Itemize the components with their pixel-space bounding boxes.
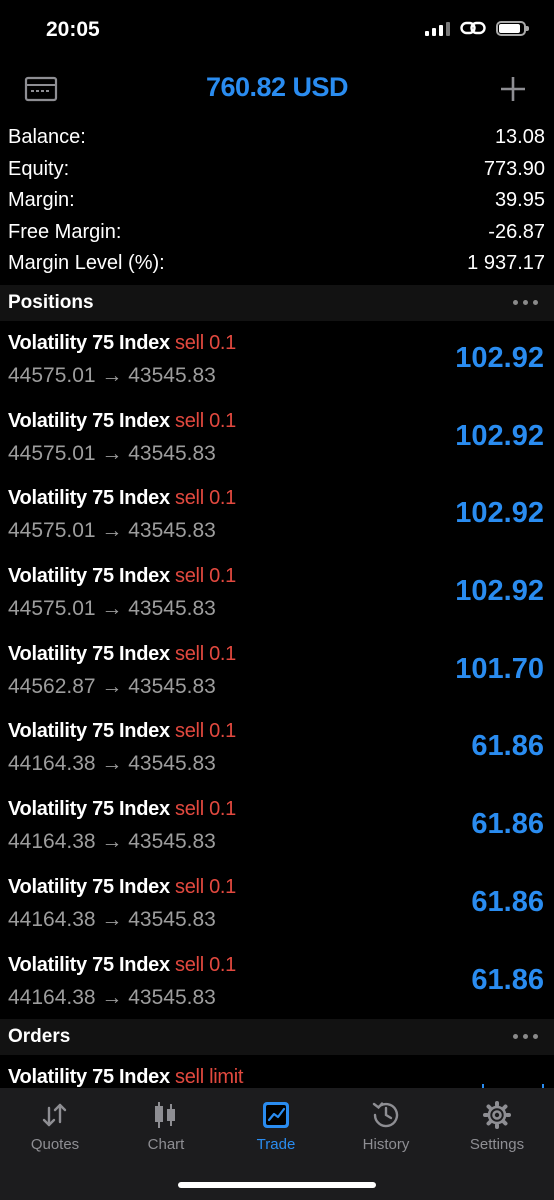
position-profit: 102.92 <box>455 419 544 452</box>
position-profit: 102.92 <box>455 575 544 608</box>
account-header: 760.82 USD <box>0 64 554 114</box>
more-options-icon[interactable] <box>513 1034 538 1039</box>
position-profit: 101.70 <box>455 652 544 685</box>
account-summary: Balance: 13.08 Equity: 773.90 Margin: 39… <box>0 122 554 280</box>
position-prices: 44575.01 → 43545.83 <box>8 441 216 465</box>
tab-label: Quotes <box>30 1136 80 1153</box>
orders-section-header: Orders <box>0 1019 554 1055</box>
summary-label: Free Margin: <box>8 220 122 243</box>
tab-label: History <box>362 1136 410 1153</box>
position-side: sell 0.1 <box>175 953 237 976</box>
position-side: sell 0.1 <box>175 720 237 743</box>
position-side: sell 0.1 <box>175 642 237 665</box>
summary-value: -26.87 <box>488 220 545 243</box>
position-symbol: Volatility 75 Index <box>8 332 170 354</box>
position-symbol: Volatility 75 Index <box>8 642 170 665</box>
plus-icon[interactable] <box>498 74 528 104</box>
position-profit: 102.92 <box>455 342 544 374</box>
position-profit: 61.86 <box>471 808 544 841</box>
link-icon <box>460 21 486 35</box>
tab-label: Trade <box>256 1136 296 1153</box>
position-profit: 61.86 <box>471 963 544 996</box>
summary-value: 1 937.17 <box>467 252 545 274</box>
summary-value: 13.08 <box>494 126 545 148</box>
position-symbol: Volatility 75 Index <box>8 409 170 432</box>
position-side: sell 0.1 <box>175 487 237 510</box>
position-prices: 44164.38 → 43545.83 <box>8 985 216 1009</box>
position-row[interactable]: Volatility 75 Index sell 0.1 44575.01 → … <box>0 400 554 478</box>
position-row[interactable]: Volatility 75 Index sell 0.1 44562.87 → … <box>0 633 554 711</box>
position-row[interactable]: Volatility 75 Index sell 0.1 44164.38 → … <box>0 944 554 1022</box>
tab-history[interactable]: History <box>331 1098 441 1153</box>
summary-label: Margin: <box>8 189 75 211</box>
chart-icon <box>155 1102 175 1128</box>
tab-settings[interactable]: Settings <box>442 1098 552 1153</box>
position-profit: 61.86 <box>471 885 544 918</box>
position-side: sell 0.1 <box>175 798 237 821</box>
position-row[interactable]: Volatility 75 Index sell 0.1 44164.38 → … <box>0 866 554 944</box>
positions-list: Volatility 75 Index sell 0.1 44575.01 → … <box>0 322 554 1021</box>
summary-label: Balance: <box>8 126 86 148</box>
position-prices: 44575.01 → 43545.83 <box>8 519 216 543</box>
position-prices: 44164.38 → 43545.83 <box>8 907 216 931</box>
tab-label: Chart <box>147 1136 185 1153</box>
more-options-icon[interactable] <box>513 300 538 305</box>
position-side: sell 0.1 <box>175 875 237 898</box>
history-icon <box>372 1102 399 1128</box>
position-symbol: Volatility 75 Index <box>8 565 170 588</box>
summary-row-margin: Margin: 39.95 <box>0 185 554 217</box>
trade-icon <box>263 1102 289 1128</box>
orders-title: Orders <box>8 1026 71 1047</box>
position-prices: 44575.01 → 43545.83 <box>8 364 216 387</box>
position-prices: 44562.87 → 43545.83 <box>8 674 216 698</box>
summary-row-balance: Balance: 13.08 <box>0 122 554 154</box>
position-side: sell 0.1 <box>175 332 237 354</box>
position-prices: 44575.01 → 43545.83 <box>8 597 216 621</box>
tab-bar: Quotes Chart Trade History Settings <box>0 1088 554 1200</box>
home-indicator[interactable] <box>178 1182 376 1188</box>
summary-label: Equity: <box>8 157 70 180</box>
summary-row-free-margin: Free Margin: -26.87 <box>0 217 554 249</box>
position-side: sell 0.1 <box>175 565 237 588</box>
summary-row-margin-level: Margin Level (%): 1 937.17 <box>0 248 554 280</box>
position-row[interactable]: Volatility 75 Index sell 0.1 44164.38 → … <box>0 710 554 788</box>
quotes-icon <box>42 1103 67 1127</box>
summary-row-equity: Equity: 773.90 <box>0 154 554 186</box>
status-icons <box>425 20 529 36</box>
status-time: 20:05 <box>46 18 100 41</box>
status-bar: 20:05 <box>0 0 554 60</box>
gear-icon <box>483 1101 511 1129</box>
summary-value: 39.95 <box>494 189 545 211</box>
positions-section-header: Positions <box>0 285 554 321</box>
position-row[interactable]: Volatility 75 Index sell 0.1 44575.01 → … <box>0 322 554 400</box>
position-prices: 44164.38 → 43545.83 <box>8 752 216 776</box>
summary-value: 773.90 <box>483 157 545 180</box>
tab-chart[interactable]: Chart <box>111 1098 221 1153</box>
account-equity-title: 760.82 USD <box>205 72 349 102</box>
summary-label: Margin Level (%): <box>8 252 165 274</box>
cellular-signal-icon <box>425 20 450 36</box>
tab-label: Settings <box>469 1136 525 1153</box>
positions-title: Positions <box>8 292 94 313</box>
position-symbol: Volatility 75 Index <box>8 487 170 510</box>
order-side: sell limit <box>175 1066 244 1088</box>
battery-icon <box>496 20 529 36</box>
tab-quotes[interactable]: Quotes <box>0 1098 110 1153</box>
position-symbol: Volatility 75 Index <box>8 720 170 743</box>
position-row[interactable]: Volatility 75 Index sell 0.1 44575.01 → … <box>0 477 554 555</box>
position-row[interactable]: Volatility 75 Index sell 0.1 44575.01 → … <box>0 555 554 633</box>
order-symbol: Volatility 75 Index <box>8 1066 170 1088</box>
position-side: sell 0.1 <box>175 409 237 432</box>
position-symbol: Volatility 75 Index <box>8 798 170 821</box>
position-row[interactable]: Volatility 75 Index sell 0.1 44164.38 → … <box>0 788 554 866</box>
position-prices: 44164.38 → 43545.83 <box>8 830 216 854</box>
position-symbol: Volatility 75 Index <box>8 875 170 898</box>
position-profit: 61.86 <box>471 730 544 763</box>
position-profit: 102.92 <box>455 497 544 530</box>
tab-trade[interactable]: Trade <box>221 1098 331 1153</box>
position-symbol: Volatility 75 Index <box>8 953 170 976</box>
